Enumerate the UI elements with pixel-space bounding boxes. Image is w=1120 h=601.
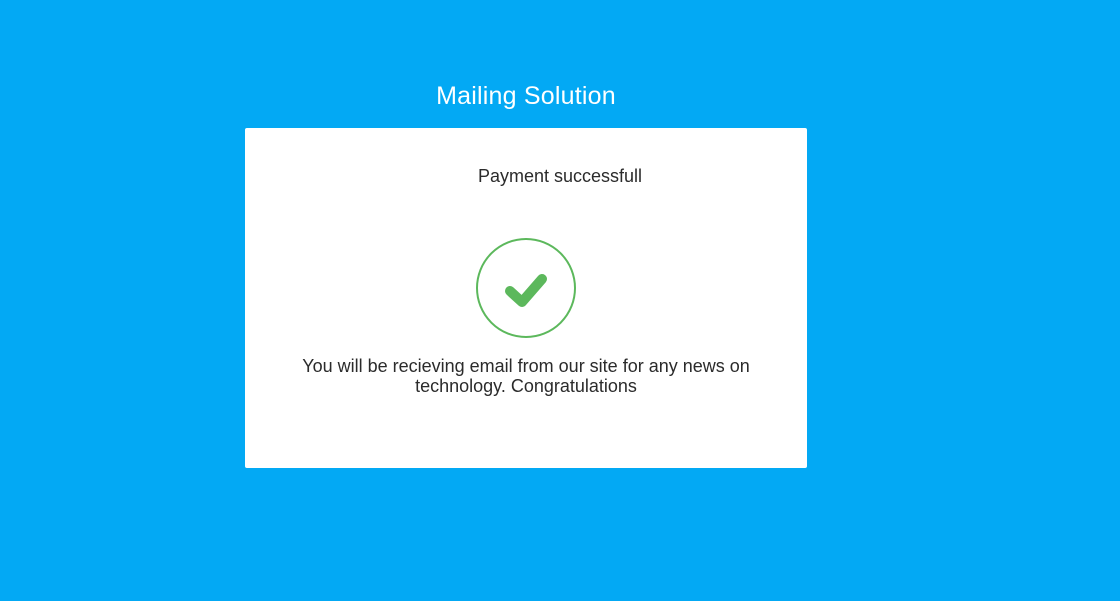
- app-title: Mailing Solution: [436, 82, 616, 110]
- checkmark-circle-icon: [476, 238, 576, 338]
- confirmation-message: You will be recieving email from our sit…: [302, 356, 750, 396]
- checkmark-icon: [505, 274, 547, 307]
- payment-status-heading: Payment successfull: [477, 166, 643, 186]
